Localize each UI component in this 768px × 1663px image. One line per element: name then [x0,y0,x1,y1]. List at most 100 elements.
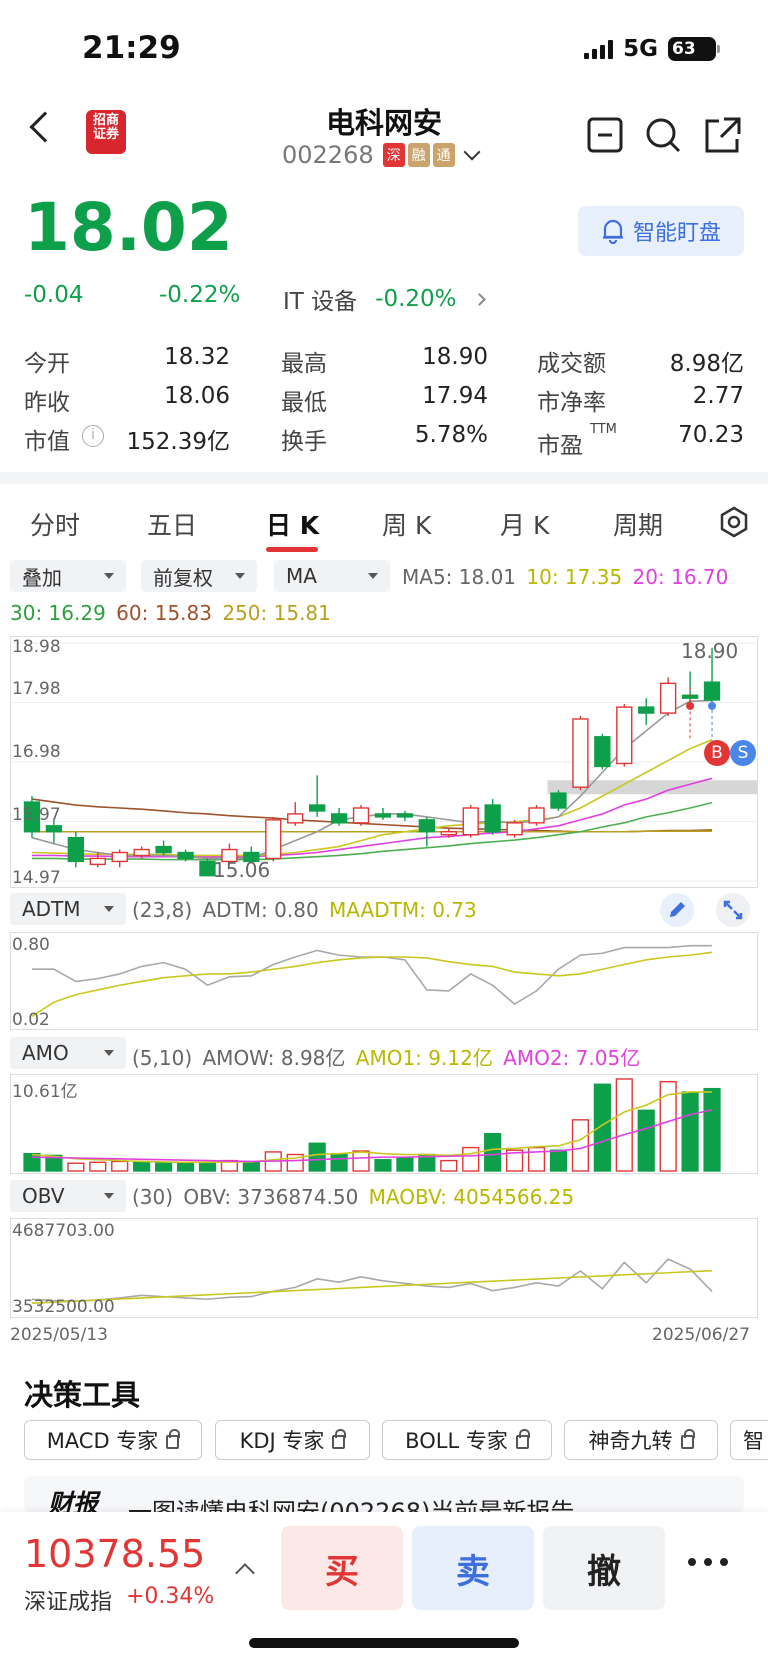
candle-up [616,706,633,765]
amo-y-top: 10.61亿 [12,1082,78,1102]
index-value[interactable]: 10378.55 [24,1532,205,1576]
battery-icon: 63 [668,37,720,61]
stat-label-low: 最低 [281,390,327,416]
sector-change: -0.20% [375,286,457,312]
amo-bar-down [396,1157,414,1172]
sell-button[interactable]: 卖 [412,1526,534,1610]
candle-down [594,736,611,768]
tool-kdj[interactable]: KDJ 专家 [215,1420,370,1460]
status-time: 21:29 [82,30,181,66]
kline-chart[interactable]: 18.98 17.98 16.98 15.97 14.97 18.90 15.0… [10,636,758,888]
stat-value-turnrate: 5.78% [414,422,488,448]
amo-chart[interactable]: 10.61亿 [10,1074,758,1174]
stock-code-row[interactable]: 002268 深 融 通 [282,141,481,169]
candle-up [111,851,128,863]
smart-watch-label: 智能盯盘 [632,221,721,246]
amo-bar-up [571,1119,590,1172]
tool-boll[interactable]: BOLL 专家 [382,1420,552,1460]
stat-label-turnover: 成交额 [537,351,606,377]
adtm-y-top: 0.80 [12,935,50,955]
tab-period[interactable]: 周期 [613,506,663,542]
amo-bar-down [637,1109,655,1172]
adtm-legend: (23,8) ADTM: 0.80 MAADTM: 0.73 [132,898,477,922]
buy-marker[interactable]: B [704,740,730,766]
overlay-select-label: 叠加 [22,565,62,590]
indicator-select[interactable]: MA [274,560,390,592]
smart-watch-button[interactable]: 智能盯盘 [578,206,744,256]
expand-chart-button[interactable] [716,893,750,927]
minimize-icon[interactable] [586,116,624,154]
search-icon[interactable] [644,116,682,154]
adtm-value: ADTM: 0.80 [202,898,319,922]
stat-label-turnrate: 换手 [281,429,327,455]
stats-grid: 今开 18.32 最高 18.90 成交额 8.98亿 昨收 18.06 最低 … [0,340,768,460]
adtm-chart[interactable]: 0.80 0.02 [10,932,758,1030]
tool-more-label: 智 [743,1429,764,1453]
obv-legend: (30) OBV: 3736874.50 MAOBV: 4054566.25 [132,1185,574,1209]
cancel-order-button[interactable]: 撤 [543,1526,665,1610]
report-banner[interactable]: 财报 一图读懂电科网安(002268)当前最新报告 [24,1476,744,1512]
tab-intraday[interactable]: 分时 [30,506,80,542]
kline-y-label: 15.97 [12,805,61,825]
candle-up [659,682,677,714]
kline-y-label: 18.98 [12,637,61,657]
amo-bar-down [484,1133,502,1172]
tool-more[interactable]: 智 [730,1420,768,1460]
stat-label-high: 最高 [281,351,327,377]
chevron-right-icon [472,292,486,306]
price-change: -0.04 [24,282,84,308]
obv-select[interactable]: OBV [10,1180,126,1212]
tab-weekly-k[interactable]: 周 K [382,506,431,542]
ma5-line [31,699,713,860]
home-indicator [249,1638,519,1648]
candle-up [133,848,150,857]
kline-canvas [11,642,757,882]
tab-daily-k[interactable]: 日 K [266,506,319,542]
amo-bar-down [549,1149,568,1172]
candle-up [462,807,479,836]
maadtm-value: MAADTM: 0.73 [329,898,477,922]
sell-point [708,701,717,710]
adjust-select[interactable]: 前复权 [141,560,257,592]
kline-high-label: 18.90 [681,639,739,663]
candle-down [638,706,655,714]
adtm-select[interactable]: ADTM [10,893,126,925]
tab-five-day[interactable]: 五日 [147,506,197,542]
amo-bar-down [330,1152,348,1172]
tool-macd[interactable]: MACD 专家 [24,1420,202,1460]
more-icon[interactable] [688,1558,728,1566]
tool-kdj-label: KDJ 专家 [239,1429,325,1453]
amo-params: (5,10) [132,1046,193,1070]
edit-indicator-button[interactable] [660,893,694,927]
sector-link[interactable]: IT 设备 -0.20% [283,282,486,316]
ma60-label: 60: 15.83 [116,601,212,625]
sell-marker[interactable]: S [730,740,756,766]
obv-y-bottom: 3532500.00 [12,1297,115,1317]
section-divider [0,472,768,484]
candle-down [418,819,436,833]
stock-code: 002268 [282,141,374,169]
candle-up [528,807,545,824]
overlay-select[interactable]: 叠加 [10,560,126,592]
settings-icon[interactable] [718,506,750,538]
tool-td9[interactable]: 神奇九转 [564,1420,718,1460]
amo-select[interactable]: AMO [10,1037,126,1069]
tool-boll-label: BOLL 专家 [405,1429,508,1453]
amo-bar-up [462,1146,480,1172]
candle-up [440,831,457,836]
candle-up [265,819,282,860]
stat-value-low: 17.94 [422,383,488,409]
share-icon[interactable] [704,116,742,154]
amo-legend: (5,10) AMOW: 8.98亿 AMO1: 9.12亿 AMO2: 7.0… [132,1042,640,1071]
buy-button[interactable]: 买 [281,1526,403,1610]
caret-down-icon [104,1050,114,1056]
amo-bar-down [198,1161,217,1172]
candle-down [45,825,63,833]
info-icon[interactable]: i [82,425,104,447]
candle-down [484,804,501,833]
obv-chart[interactable]: 4687703.00 3532500.00 [10,1218,758,1318]
indicator-select-label: MA [286,564,317,588]
tab-monthly-k[interactable]: 月 K [500,506,549,542]
candle-down [155,845,172,854]
amo-bar-up [352,1150,370,1172]
